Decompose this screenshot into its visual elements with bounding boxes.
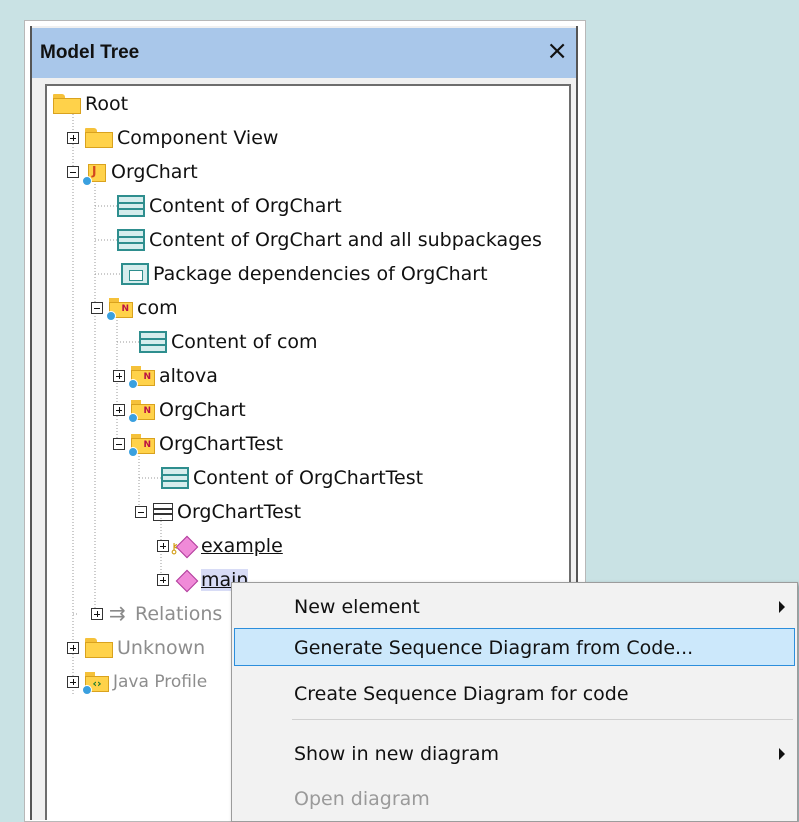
menu-item-label: Open diagram — [294, 788, 430, 810]
menu-item-label: Show in new diagram — [294, 743, 499, 765]
menu-separator — [292, 719, 793, 720]
collapse-icon[interactable] — [91, 302, 103, 314]
content-diagram-icon — [139, 331, 167, 353]
tree-node-content-orgchart[interactable]: Content of OrgChart — [117, 191, 342, 221]
close-icon[interactable]: × — [546, 36, 568, 66]
menu-item-new-element[interactable]: New element — [234, 587, 795, 625]
expand-icon[interactable] — [67, 642, 79, 654]
tree-node-label: Root — [85, 93, 129, 115]
tree-node-orgchart-namespace[interactable]: OrgChart — [113, 395, 246, 425]
tree-node-orgchart-package[interactable]: OrgChart — [67, 157, 198, 187]
menu-item-open-diagram[interactable]: Open diagram — [234, 779, 795, 817]
protected-operation-icon: ⚷ — [169, 535, 197, 557]
tree-node-altova[interactable]: altova — [113, 361, 218, 391]
relations-icon — [109, 601, 131, 625]
folder-icon — [85, 638, 113, 658]
folder-icon — [85, 128, 113, 148]
submenu-arrow-icon — [779, 601, 785, 613]
menu-item-label: Create Sequence Diagram for code — [294, 683, 629, 705]
expand-icon[interactable] — [67, 676, 79, 688]
collapse-icon[interactable] — [67, 166, 79, 178]
tree-node-example[interactable]: ⚷ example — [157, 531, 283, 561]
tree-node-label: Content of OrgChartTest — [193, 467, 424, 489]
expand-icon[interactable] — [157, 574, 169, 586]
tree-node-package-dependencies[interactable]: Package dependencies of OrgChart — [121, 259, 488, 289]
tree-node-relations[interactable]: Relations — [91, 599, 222, 629]
tree-node-label: OrgChartTest — [159, 433, 284, 455]
tree-node-label: OrgChartTest — [177, 501, 302, 523]
menu-item-label: Generate Sequence Diagram from Code... — [294, 637, 694, 659]
package-diagram-icon — [121, 263, 149, 285]
tree-node-component-view[interactable]: Component View — [67, 123, 278, 153]
tree-node-com[interactable]: com — [91, 293, 178, 323]
class-icon — [153, 503, 173, 521]
menu-item-generate-sequence-diagram[interactable]: Generate Sequence Diagram from Code... — [234, 628, 795, 666]
collapse-icon[interactable] — [113, 438, 125, 450]
namespace-icon — [128, 400, 155, 423]
tree-node-label: Relations — [135, 603, 223, 625]
menu-item-create-sequence-diagram[interactable]: Create Sequence Diagram for code — [234, 674, 795, 712]
tree-node-label: Package dependencies of OrgChart — [153, 263, 488, 285]
tree-node-label: Content of OrgChart and all subpackages — [149, 229, 542, 251]
expand-icon[interactable] — [91, 608, 103, 620]
operation-icon — [175, 569, 197, 591]
tree-node-label: OrgChart — [111, 161, 198, 183]
tree-node-content-com[interactable]: Content of com — [139, 327, 318, 357]
java-package-icon — [82, 161, 107, 186]
model-tree-titlebar: Model Tree × — [32, 28, 576, 78]
key-icon: ⚷ — [169, 541, 180, 557]
java-profile-icon — [82, 672, 109, 695]
expand-icon[interactable] — [67, 132, 79, 144]
collapse-icon[interactable] — [135, 506, 147, 518]
expand-icon[interactable] — [157, 540, 169, 552]
namespace-icon — [128, 434, 155, 457]
tree-node-java-profile[interactable]: Java Profile — [67, 667, 207, 697]
tree-node-label: altova — [159, 365, 218, 387]
panel-title: Model Tree — [40, 42, 140, 63]
expand-icon[interactable] — [113, 404, 125, 416]
tree-node-label: Component View — [117, 127, 279, 149]
tree-node-label: Java Profile — [113, 672, 208, 692]
namespace-icon — [128, 366, 155, 389]
tree-node-label: com — [137, 297, 178, 319]
namespace-icon — [106, 298, 133, 321]
menu-item-label: New element — [294, 596, 420, 618]
context-menu: New element Generate Sequence Diagram fr… — [231, 582, 798, 822]
content-diagram-icon — [161, 467, 189, 489]
tree-node-unknown[interactable]: Unknown — [67, 633, 205, 663]
tree-node-label: OrgChart — [159, 399, 246, 421]
tree-node-label: Content of com — [171, 331, 318, 353]
tree-node-label: Unknown — [117, 637, 206, 659]
tree-node-content-orgcharttest[interactable]: Content of OrgChartTest — [161, 463, 423, 493]
tree-node-orgcharttest-namespace[interactable]: OrgChartTest — [113, 429, 283, 459]
expand-icon[interactable] — [113, 370, 125, 382]
folder-icon — [53, 94, 81, 114]
content-diagram-icon — [117, 195, 145, 217]
tree-node-label: example — [201, 535, 283, 557]
menu-item-show-in-new-diagram[interactable]: Show in new diagram — [234, 734, 795, 772]
content-diagram-icon — [117, 229, 145, 251]
tree-node-root[interactable]: Root — [53, 89, 128, 119]
tree-node-orgcharttest-class[interactable]: OrgChartTest — [135, 497, 301, 527]
tree-node-content-orgchart-all[interactable]: Content of OrgChart and all subpackages — [117, 225, 542, 255]
submenu-arrow-icon — [779, 748, 785, 760]
tree-node-label: Content of OrgChart — [149, 195, 342, 217]
